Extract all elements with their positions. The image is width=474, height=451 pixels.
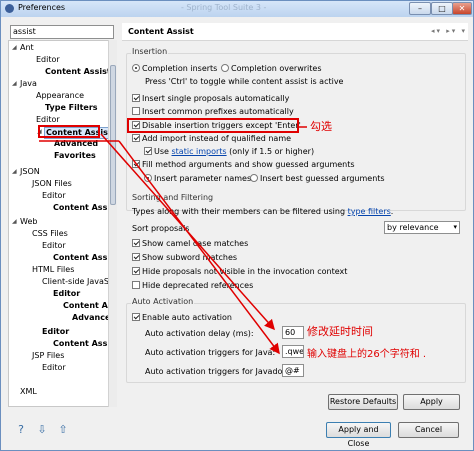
help-icon[interactable]: ? <box>14 423 28 437</box>
export-icon[interactable]: ⇧ <box>56 423 70 437</box>
preferences-window: Preferences - Spring Tool Suite 3 - – □ … <box>0 0 474 451</box>
arrow-line <box>118 140 280 355</box>
annotation-arrows <box>39 126 307 355</box>
cancel-button[interactable]: Cancel <box>398 422 459 438</box>
apply-and-close-button[interactable]: Apply and Close <box>326 422 391 448</box>
import-icon[interactable]: ⇩ <box>35 423 49 437</box>
